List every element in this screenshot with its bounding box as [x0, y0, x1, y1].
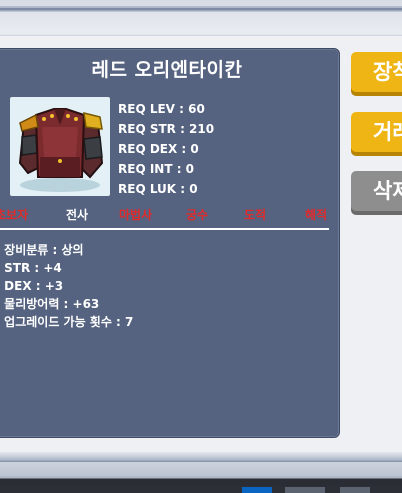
taskbar-item[interactable]	[340, 487, 370, 493]
job-bowman: 궁수	[186, 206, 208, 223]
divider	[0, 228, 329, 230]
taskbar-item[interactable]	[242, 487, 272, 493]
job-requirements: 초보자 전사 마법사 궁수 도적 해적	[0, 206, 339, 226]
req-level: REQ LEV : 60	[118, 99, 214, 119]
item-stats-list: - 장비분류 : 상의 - STR : +4 - DEX : +3 - 물리방어…	[0, 241, 133, 331]
stat-defense: - 물리방어력 : +63	[0, 295, 133, 313]
req-luk: REQ LUK : 0	[118, 179, 214, 199]
red-armor-top-icon	[10, 97, 110, 196]
window-top-frame	[0, 0, 402, 36]
taskbar	[0, 486, 402, 493]
req-int: REQ INT : 0	[118, 159, 214, 179]
job-warrior: 전사	[66, 206, 88, 223]
equip-button[interactable]: 장착	[351, 52, 402, 92]
item-name: 레드 오리엔타이칸	[0, 55, 339, 82]
delete-button[interactable]: 삭제	[351, 171, 402, 211]
stat-dex: - DEX : +3	[0, 277, 133, 295]
requirements-list: REQ LEV : 60 REQ STR : 210 REQ DEX : 0 R…	[118, 99, 214, 199]
taskbar-item[interactable]	[285, 487, 325, 493]
job-thief: 도적	[244, 206, 266, 223]
trade-button[interactable]: 거래	[351, 112, 402, 152]
stat-category: - 장비분류 : 상의	[0, 241, 133, 259]
stat-str: - STR : +4	[0, 259, 133, 277]
item-detail-card: 레드 오리엔타이칸 REQ LEV : 60 R	[0, 48, 340, 438]
stat-upgrades: - 업그레이드 가능 횟수 : 7	[0, 313, 133, 331]
req-str: REQ STR : 210	[118, 119, 214, 139]
job-beginner: 초보자	[0, 206, 28, 223]
job-magician: 마법사	[119, 206, 152, 223]
req-dex: REQ DEX : 0	[118, 139, 214, 159]
bottom-stripe	[0, 462, 402, 476]
job-pirate: 해적	[305, 206, 327, 223]
